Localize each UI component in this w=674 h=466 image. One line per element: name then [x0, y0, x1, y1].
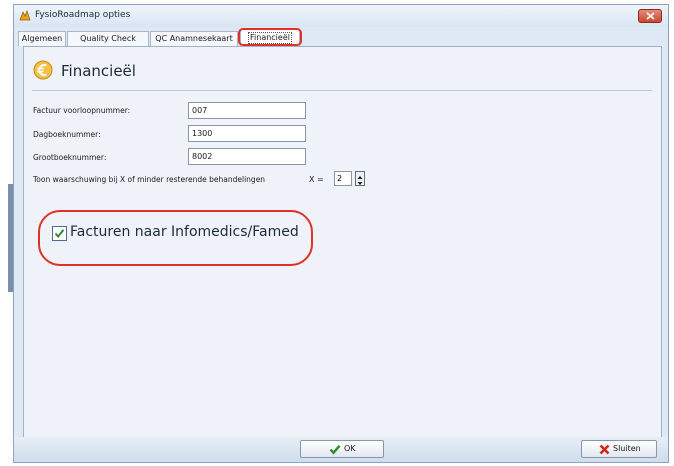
- stepper-arrows-icon: [357, 176, 363, 185]
- tab-label: QC Anamnesekaart: [155, 34, 233, 43]
- warning-label: Toon waarschuwing bij X of minder rester…: [33, 175, 266, 184]
- dagboek-label: Dagboeknummer:: [33, 130, 101, 139]
- close-icon: [646, 12, 655, 20]
- page-title: Financieël: [61, 62, 136, 80]
- threshold-stepper-input[interactable]: 2: [334, 171, 352, 186]
- window-close-button[interactable]: [638, 9, 662, 23]
- grootboeknummer-field[interactable]: 8002: [188, 148, 306, 165]
- grootboek-label: Grootboeknummer:: [33, 153, 107, 162]
- checkbox-highlight-annotation: [38, 210, 313, 266]
- tab-qc-anamnesekaart[interactable]: QC Anamnesekaart: [150, 31, 238, 46]
- window-title: FysioRoadmap opties: [35, 10, 131, 20]
- ok-button[interactable]: OK: [300, 440, 384, 458]
- sluiten-button[interactable]: Sluiten: [581, 440, 657, 458]
- sluiten-label: Sluiten: [613, 444, 641, 453]
- ok-label: OK: [344, 444, 356, 453]
- dagboeknummer-field[interactable]: 1300: [188, 125, 306, 142]
- tab-strip: Algemeen Quality Check QC Anamnesekaart …: [14, 27, 668, 46]
- title-bar: FysioRoadmap opties: [14, 5, 668, 27]
- options-window: FysioRoadmap opties Algemeen Quality Che…: [13, 4, 669, 463]
- tab-quality-check[interactable]: Quality Check: [67, 31, 149, 46]
- check-icon: [329, 445, 341, 455]
- x-equals-label: X =: [309, 175, 324, 184]
- app-icon: [19, 10, 31, 21]
- euro-icon: [33, 60, 53, 80]
- tab-algemeen[interactable]: Algemeen: [18, 31, 66, 46]
- tab-label: Algemeen: [21, 34, 63, 43]
- tab-label: Quality Check: [80, 34, 136, 43]
- close-icon: [599, 444, 610, 455]
- threshold-stepper-button[interactable]: [355, 171, 365, 186]
- factuur-voorloopnummer-field[interactable]: 007: [188, 102, 306, 119]
- tab-highlight-annotation: [238, 28, 302, 46]
- factuur-label: Factuur voorloopnummer:: [33, 106, 131, 115]
- header-divider: [32, 90, 652, 91]
- financieel-panel: Financieël Factuur voorloopnummer: 007 D…: [23, 46, 662, 443]
- button-bar: OK Sluiten: [14, 437, 668, 462]
